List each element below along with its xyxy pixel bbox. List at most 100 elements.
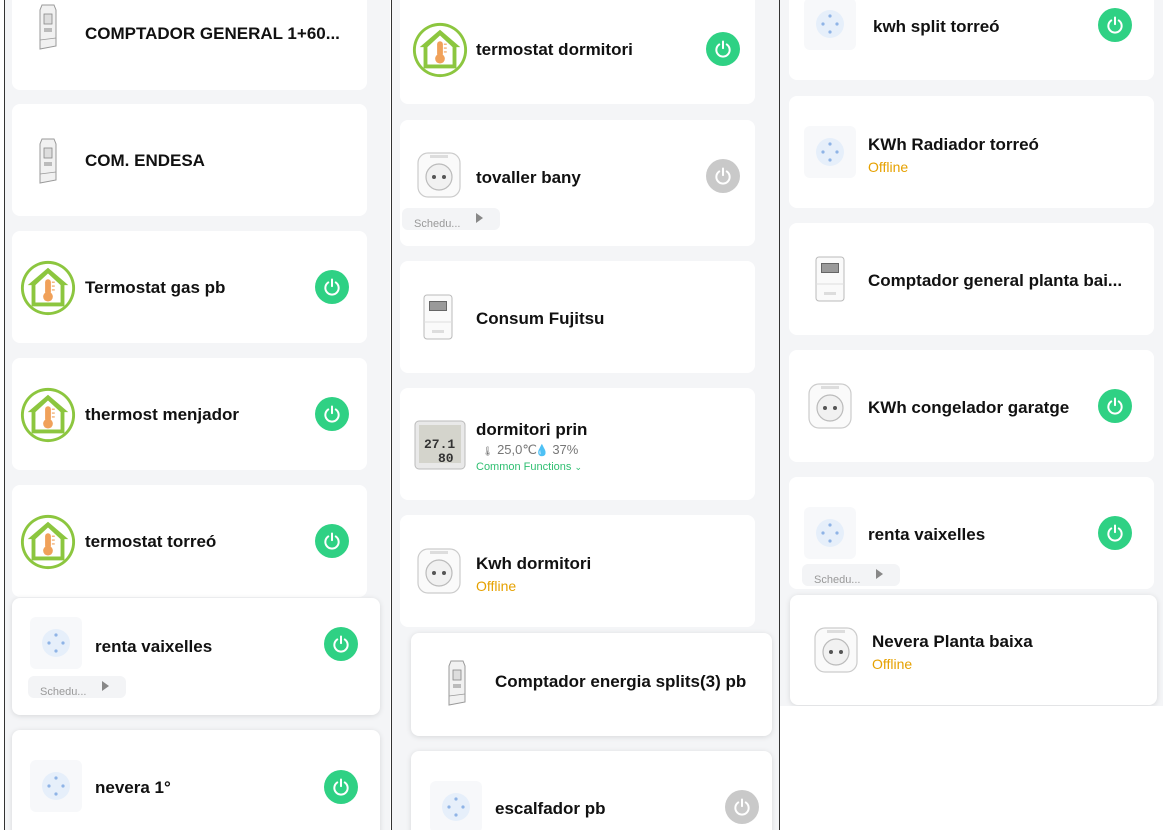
device-card[interactable]: KWh Radiador torreó Offline (789, 96, 1154, 208)
device-card[interactable]: renta vaixelles Schedu... (12, 598, 380, 715)
device-name: dormitori prin (476, 420, 588, 439)
sensor-display-line2: 80 (438, 451, 454, 466)
smart-plug-icon (28, 758, 84, 814)
device-card[interactable]: termostat dormitori (400, 0, 755, 104)
power-button[interactable] (725, 790, 759, 824)
schedule-label: Schedu... (414, 218, 461, 230)
din-meter-icon (28, 136, 68, 186)
smart-plug-icon (802, 505, 858, 561)
offline-status: Offline (868, 159, 909, 175)
device-card[interactable]: KWh congelador garatge (789, 350, 1154, 462)
device-card[interactable]: COM. ENDESA (12, 104, 367, 216)
device-card[interactable]: tovaller bany Schedu... (400, 120, 755, 246)
device-card[interactable]: nevera 1° (12, 730, 380, 830)
device-name: renta vaixelles (868, 525, 986, 544)
power-button[interactable] (706, 32, 740, 66)
schedule-button[interactable]: Schedu... (802, 564, 900, 586)
device-column-2: termostat dormitori tovaller bany Schedu… (392, 0, 779, 830)
schedule-button[interactable]: Schedu... (28, 676, 126, 698)
smart-plug-icon (28, 615, 84, 671)
power-button[interactable] (324, 627, 358, 661)
device-card[interactable]: Comptador general planta bai... (789, 223, 1154, 335)
device-name: Nevera Planta baixa (872, 632, 1033, 651)
power-icon (322, 404, 342, 424)
smart-plug-icon (802, 0, 858, 52)
device-name: COM. ENDESA (85, 151, 205, 170)
offline-status: Offline (476, 578, 517, 594)
device-card[interactable]: kwh split torreó (789, 0, 1154, 80)
schedule-button[interactable]: Schedu... (402, 208, 500, 230)
power-button[interactable] (706, 159, 740, 193)
power-icon (1105, 396, 1125, 416)
device-name: Kwh dormitori (476, 554, 592, 573)
din-meter-icon (28, 2, 68, 52)
device-name: kwh split torreó (873, 17, 1000, 36)
power-button[interactable] (315, 397, 349, 431)
thermostat-icon (411, 21, 469, 79)
device-name: escalfador pb (495, 799, 606, 818)
temperature-reading: 🌡 25,0℃ (482, 442, 537, 458)
power-icon (322, 277, 342, 297)
power-button[interactable] (324, 770, 358, 804)
device-card[interactable]: escalfador pb (411, 751, 772, 830)
schedule-label: Schedu... (814, 574, 861, 586)
device-name: Termostat gas pb (85, 278, 226, 297)
device-card[interactable]: Comptador energia splits(3) pb (411, 633, 772, 736)
device-card[interactable]: Kwh dormitori Offline (400, 515, 755, 627)
schedule-label: Schedu... (40, 686, 87, 698)
play-icon (876, 569, 883, 579)
column-divider (4, 0, 5, 830)
power-button[interactable] (315, 524, 349, 558)
power-button[interactable] (315, 270, 349, 304)
device-card[interactable]: COMPTADOR GENERAL 1+60... (12, 0, 367, 90)
device-name: renta vaixelles (95, 637, 213, 656)
thermostat-icon (19, 513, 77, 571)
device-name: KWh Radiador torreó (868, 135, 1039, 154)
power-icon (331, 777, 351, 797)
power-button[interactable] (1098, 516, 1132, 550)
sensor-display-line1: 27.1 (424, 437, 455, 452)
device-name: COMPTADOR GENERAL 1+60... (85, 24, 340, 43)
power-icon (1105, 523, 1125, 543)
smart-plug-icon (802, 124, 858, 180)
power-icon (1105, 15, 1125, 35)
thermometer-icon: 🌡 (482, 446, 494, 456)
common-functions-link[interactable]: Common Functions ⌄ (476, 461, 582, 473)
thermostat-icon (19, 386, 77, 444)
device-card[interactable]: termostat torreó (12, 485, 367, 597)
play-icon (102, 681, 109, 691)
power-icon (713, 166, 733, 186)
humidity-reading: 💧 37% (535, 442, 578, 457)
device-name: termostat dormitori (476, 40, 633, 59)
device-name: Comptador general planta bai... (868, 271, 1123, 290)
temp-humidity-sensor-icon: 27.1 80 (412, 417, 468, 473)
device-card[interactable]: Consum Fujitsu (400, 261, 755, 373)
device-card[interactable]: Termostat gas pb (12, 231, 367, 343)
energy-meter-icon (810, 254, 850, 304)
eu-socket-icon (414, 546, 464, 596)
device-name: thermost menjador (85, 405, 239, 424)
device-column-1: COMPTADOR GENERAL 1+60... COM. ENDESA Te… (5, 0, 390, 830)
eu-socket-icon (414, 150, 464, 200)
power-icon (732, 797, 752, 817)
humidity-value: 37% (552, 442, 579, 457)
power-button[interactable] (1098, 389, 1132, 423)
device-name: tovaller bany (476, 168, 581, 187)
device-name: Consum Fujitsu (476, 309, 605, 328)
device-card[interactable]: 27.1 80 dormitori prin 🌡 25,0℃ 💧 37% Com… (400, 388, 755, 500)
eu-socket-icon (805, 381, 855, 431)
device-card[interactable]: thermost menjador (12, 358, 367, 470)
common-functions-label: Common Functions (476, 461, 572, 473)
din-meter-icon (437, 658, 477, 708)
eu-socket-icon (811, 625, 861, 675)
power-icon (322, 531, 342, 551)
power-button[interactable] (1098, 8, 1132, 42)
offline-status: Offline (872, 656, 913, 672)
droplet-icon: 💧 (535, 445, 549, 457)
empty-area (780, 706, 1163, 830)
device-name: termostat torreó (85, 532, 217, 551)
power-icon (713, 39, 733, 59)
device-card[interactable]: Nevera Planta baixa Offline (790, 595, 1157, 705)
device-name: KWh congelador garatge (868, 398, 1070, 417)
device-card[interactable]: renta vaixelles Schedu... (789, 477, 1154, 589)
